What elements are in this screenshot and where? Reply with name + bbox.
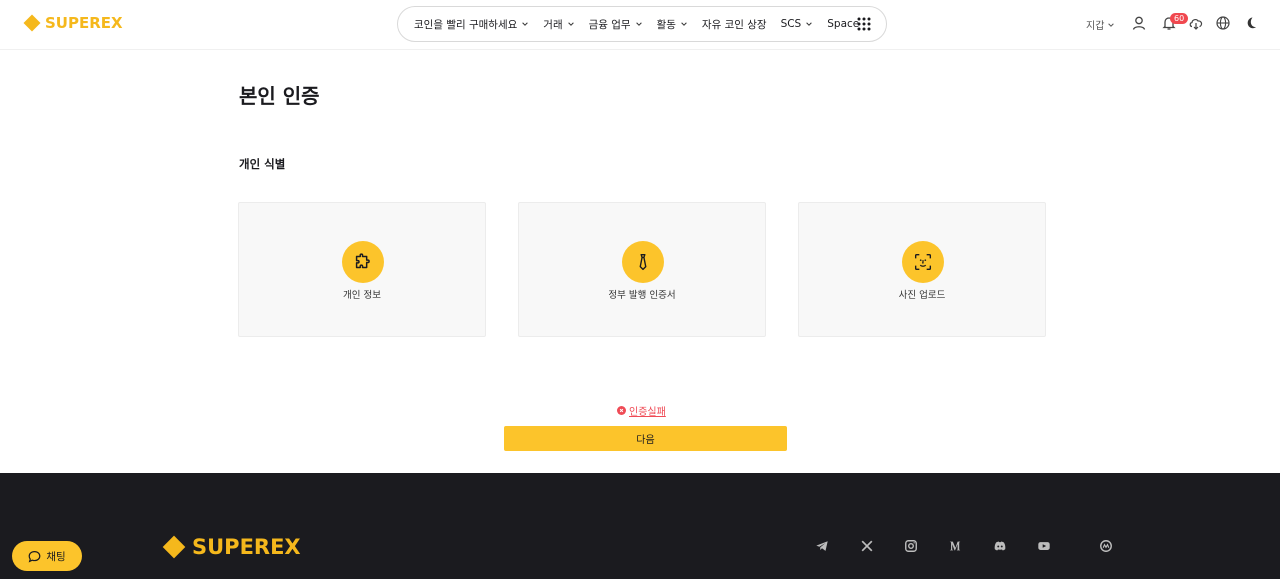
chevron-down-icon xyxy=(806,22,813,26)
globe-icon[interactable] xyxy=(1215,15,1231,31)
section-title: 개인 식별 xyxy=(239,157,286,171)
chat-bubble-icon xyxy=(28,550,41,562)
logo-diamond-icon xyxy=(23,14,41,32)
nav-item-activity[interactable]: 활동 xyxy=(657,17,688,32)
card-icon-circle xyxy=(622,241,664,283)
logo-text: SUPEREX xyxy=(192,535,301,559)
medium-icon[interactable] xyxy=(948,539,962,553)
grid-icon[interactable] xyxy=(856,16,872,32)
moon-icon[interactable] xyxy=(1242,15,1258,31)
card-personal-info[interactable]: 개인 정보 xyxy=(238,202,486,337)
x-icon[interactable] xyxy=(860,539,874,553)
tie-icon xyxy=(639,253,647,271)
notification-badge: 60 xyxy=(1170,13,1189,24)
nav-item-label: 자유 코인 상장 xyxy=(701,18,767,31)
card-icon-circle xyxy=(902,241,944,283)
telegram-icon[interactable] xyxy=(815,539,829,553)
nav-item-label: 금융 업무 xyxy=(588,18,631,31)
footer: SUPEREX xyxy=(0,473,1280,579)
chat-button[interactable]: 채팅 xyxy=(12,541,82,571)
card-label: 정부 발행 인증서 xyxy=(608,290,676,301)
error-icon xyxy=(617,406,626,415)
chevron-down-icon xyxy=(522,22,529,26)
download-icon[interactable] xyxy=(1188,15,1204,31)
nav-item-label: SCS xyxy=(780,18,802,30)
face-scan-icon xyxy=(914,253,932,271)
nav-item-label: 코인을 빨리 구매하세요 xyxy=(414,18,518,31)
chevron-down-icon xyxy=(1108,22,1115,27)
chevron-down-icon xyxy=(681,22,687,26)
wallet-label: 지갑 xyxy=(1086,21,1105,32)
discord-icon[interactable] xyxy=(993,539,1007,553)
chevron-down-icon xyxy=(567,22,574,26)
logo-text: SUPEREX xyxy=(45,14,123,32)
logo-diamond-icon xyxy=(162,535,186,559)
next-button[interactable]: 다음 xyxy=(504,426,787,451)
chat-label: 채팅 xyxy=(46,550,66,563)
nav-item-finance[interactable]: 금융 업무 xyxy=(589,17,643,32)
user-icon[interactable] xyxy=(1131,15,1147,31)
nav-item-label: 거래 xyxy=(543,18,563,31)
card-label: 사진 업로드 xyxy=(898,290,946,301)
nav-item-space[interactable]: Space xyxy=(827,18,859,30)
puzzle-icon xyxy=(355,253,370,269)
wallet-menu[interactable]: 지갑 xyxy=(1086,17,1115,32)
nav-item-trade[interactable]: 거래 xyxy=(543,17,574,32)
top-header: SUPEREX 코인을 빨리 구매하세요 거래 금융 업무 활동 자유 코인 상… xyxy=(0,0,1280,50)
card-label: 개인 정보 xyxy=(343,290,381,301)
footer-logo[interactable]: SUPEREX xyxy=(162,535,301,559)
nav-item-free-listing[interactable]: 자유 코인 상장 xyxy=(702,17,767,32)
header-logo[interactable]: SUPEREX xyxy=(23,14,123,32)
nav-item-buy-crypto[interactable]: 코인을 빨리 구매하세요 xyxy=(414,17,529,32)
card-icon-circle xyxy=(342,241,384,283)
main-nav: 코인을 빨리 구매하세요 거래 금융 업무 활동 자유 코인 상장 SCS Sp… xyxy=(397,6,887,42)
card-government-id[interactable]: 정부 발행 인증서 xyxy=(518,202,766,337)
coinmarketcap-icon[interactable] xyxy=(1099,539,1113,553)
youtube-icon[interactable] xyxy=(1037,539,1051,553)
card-photo-upload[interactable]: 사진 업로드 xyxy=(798,202,1046,337)
verification-status-text: 인증실패 xyxy=(629,407,666,418)
chevron-down-icon xyxy=(635,22,642,26)
verification-failed-link[interactable]: 인증실패 xyxy=(617,403,666,418)
instagram-icon[interactable] xyxy=(904,539,918,553)
nav-item-scs[interactable]: SCS xyxy=(781,18,814,30)
nav-item-label: 활동 xyxy=(656,18,676,31)
page-title: 본인 인증 xyxy=(239,84,320,108)
nav-item-label: Space xyxy=(827,18,860,30)
